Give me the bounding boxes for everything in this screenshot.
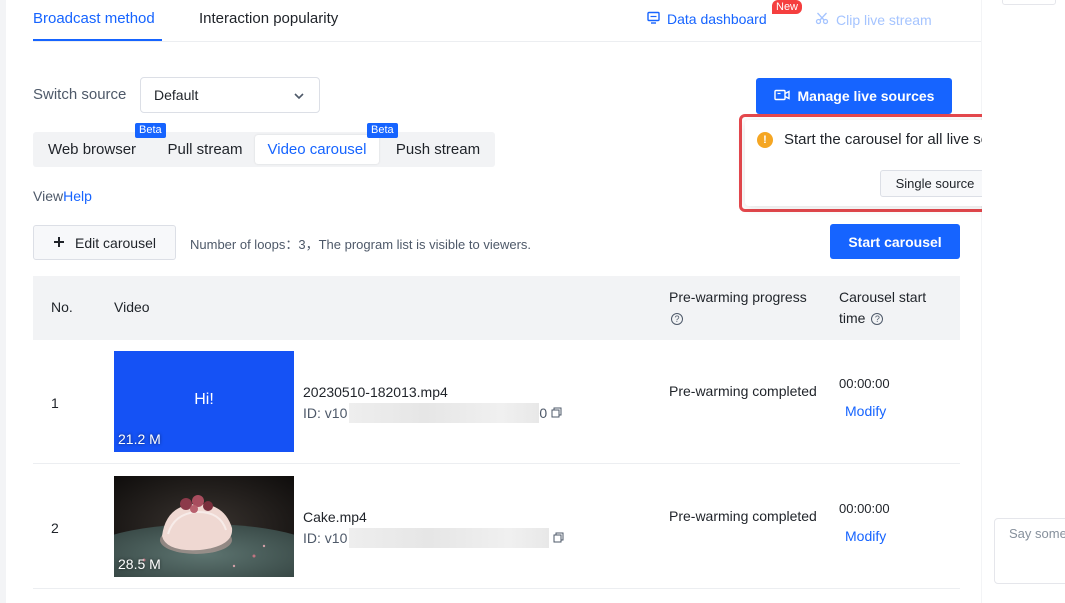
tab-interaction-popularity[interactable]: Interaction popularity <box>199 10 338 32</box>
help-circle-icon[interactable]: ? <box>871 313 884 326</box>
modify-link[interactable]: Modify <box>845 528 886 544</box>
beta-badge-pull-stream: Beta <box>135 123 166 138</box>
data-dashboard-link[interactable]: Data dashboard <box>647 11 767 27</box>
video-filename: Cake.mp4 <box>303 509 367 525</box>
help-link[interactable]: Help <box>63 188 92 204</box>
video-id-suffix: 0 <box>539 405 548 421</box>
file-size: 28.5 M <box>118 556 161 572</box>
view-help-prefix: View <box>33 188 64 204</box>
copy-icon[interactable] <box>551 405 562 421</box>
switch-source-label: Switch source <box>33 86 127 103</box>
video-id-prefix: ID: v10 <box>303 530 348 546</box>
scissors-icon <box>815 11 829 28</box>
view-help: ViewHelp <box>33 188 92 204</box>
header-start-time: Carousel start time ? <box>839 287 939 329</box>
tabs-divider <box>33 41 981 42</box>
start-carousel-button[interactable]: Start carousel <box>830 224 960 259</box>
table-row: 2 28.5 M Cake.mp4 ID: v10 Pre-warming co… <box>33 465 960 589</box>
chat-input-placeholder: Say some <box>1009 526 1065 541</box>
main-panel: Broadcast method Interaction popularity … <box>6 0 1065 603</box>
new-badge: New <box>772 0 803 14</box>
mode-pull-stream[interactable]: Pull stream <box>150 135 260 164</box>
header-no: No. <box>51 299 73 315</box>
broadcast-mode-switcher: Web browser Pull stream Video carousel P… <box>33 123 495 167</box>
video-id-prefix: ID: v10 <box>303 405 348 421</box>
row-number: 2 <box>51 520 59 536</box>
video-source-icon <box>773 88 790 104</box>
mode-video-carousel[interactable]: Video carousel <box>255 135 379 164</box>
video-thumbnail[interactable]: Hi! 21.2 M <box>114 351 294 452</box>
thumbnail-text: Hi! <box>194 391 214 408</box>
mode-web-browser[interactable]: Web browser <box>36 135 148 164</box>
mode-push-stream[interactable]: Push stream <box>383 135 493 164</box>
video-thumbnail[interactable]: 28.5 M <box>114 476 294 577</box>
clip-live-stream-label: Clip live stream <box>836 11 932 28</box>
header-video: Video <box>114 299 150 315</box>
modify-link[interactable]: Modify <box>845 403 886 419</box>
prewarm-status: Pre-warming completed <box>669 508 817 524</box>
manage-live-sources-label: Manage live sources <box>797 88 935 104</box>
prewarm-status: Pre-warming completed <box>669 383 817 399</box>
row-number: 1 <box>51 395 59 411</box>
data-dashboard-label: Data dashboard <box>667 11 767 27</box>
clip-live-stream-link[interactable]: Clip live stream <box>815 11 932 28</box>
warning-icon: ! <box>757 132 773 148</box>
file-size: 21.2 M <box>118 431 161 447</box>
single-source-button[interactable]: Single source <box>880 170 990 197</box>
chat-panel: Say some <box>982 0 1065 603</box>
top-control[interactable] <box>1002 0 1056 5</box>
video-filename: 20230510-182013.mp4 <box>303 384 448 400</box>
tab-broadcast-method[interactable]: Broadcast method <box>33 10 155 32</box>
header-prewarm-label: Pre-warming progress <box>669 289 807 305</box>
loops-info-text: Number of loops：3，The program list is vi… <box>190 237 532 252</box>
redacted-id-blur <box>349 528 550 548</box>
help-circle-icon[interactable]: ? <box>671 313 683 326</box>
redacted-id-blur <box>349 403 540 423</box>
beta-badge-video-carousel: Beta <box>367 123 398 138</box>
table-row: 1 Hi! 21.2 M 20230510-182013.mp4 ID: v10… <box>33 340 960 464</box>
video-id: ID: v10 <box>303 528 564 548</box>
chat-input[interactable]: Say some <box>994 518 1065 584</box>
table-header: No. Video Pre-warming progress ? Carouse… <box>33 276 960 340</box>
copy-icon[interactable] <box>553 530 564 546</box>
monitor-icon <box>647 11 660 27</box>
video-id: ID: v10 0 <box>303 403 562 423</box>
start-carousel-label: Start carousel <box>848 233 942 250</box>
edit-carousel-button[interactable]: Edit carousel <box>33 225 176 260</box>
manage-live-sources-button[interactable]: Manage live sources <box>756 78 952 114</box>
source-select-value: Default <box>154 87 199 103</box>
carousel-start-time: 00:00:00 <box>839 376 890 391</box>
chevron-down-icon <box>293 89 305 105</box>
edit-carousel-label: Edit carousel <box>75 234 156 251</box>
plus-icon <box>53 235 65 251</box>
source-select[interactable]: Default <box>140 77 320 113</box>
carousel-start-time: 00:00:00 <box>839 501 890 516</box>
header-prewarm: Pre-warming progress ? <box>669 287 819 329</box>
